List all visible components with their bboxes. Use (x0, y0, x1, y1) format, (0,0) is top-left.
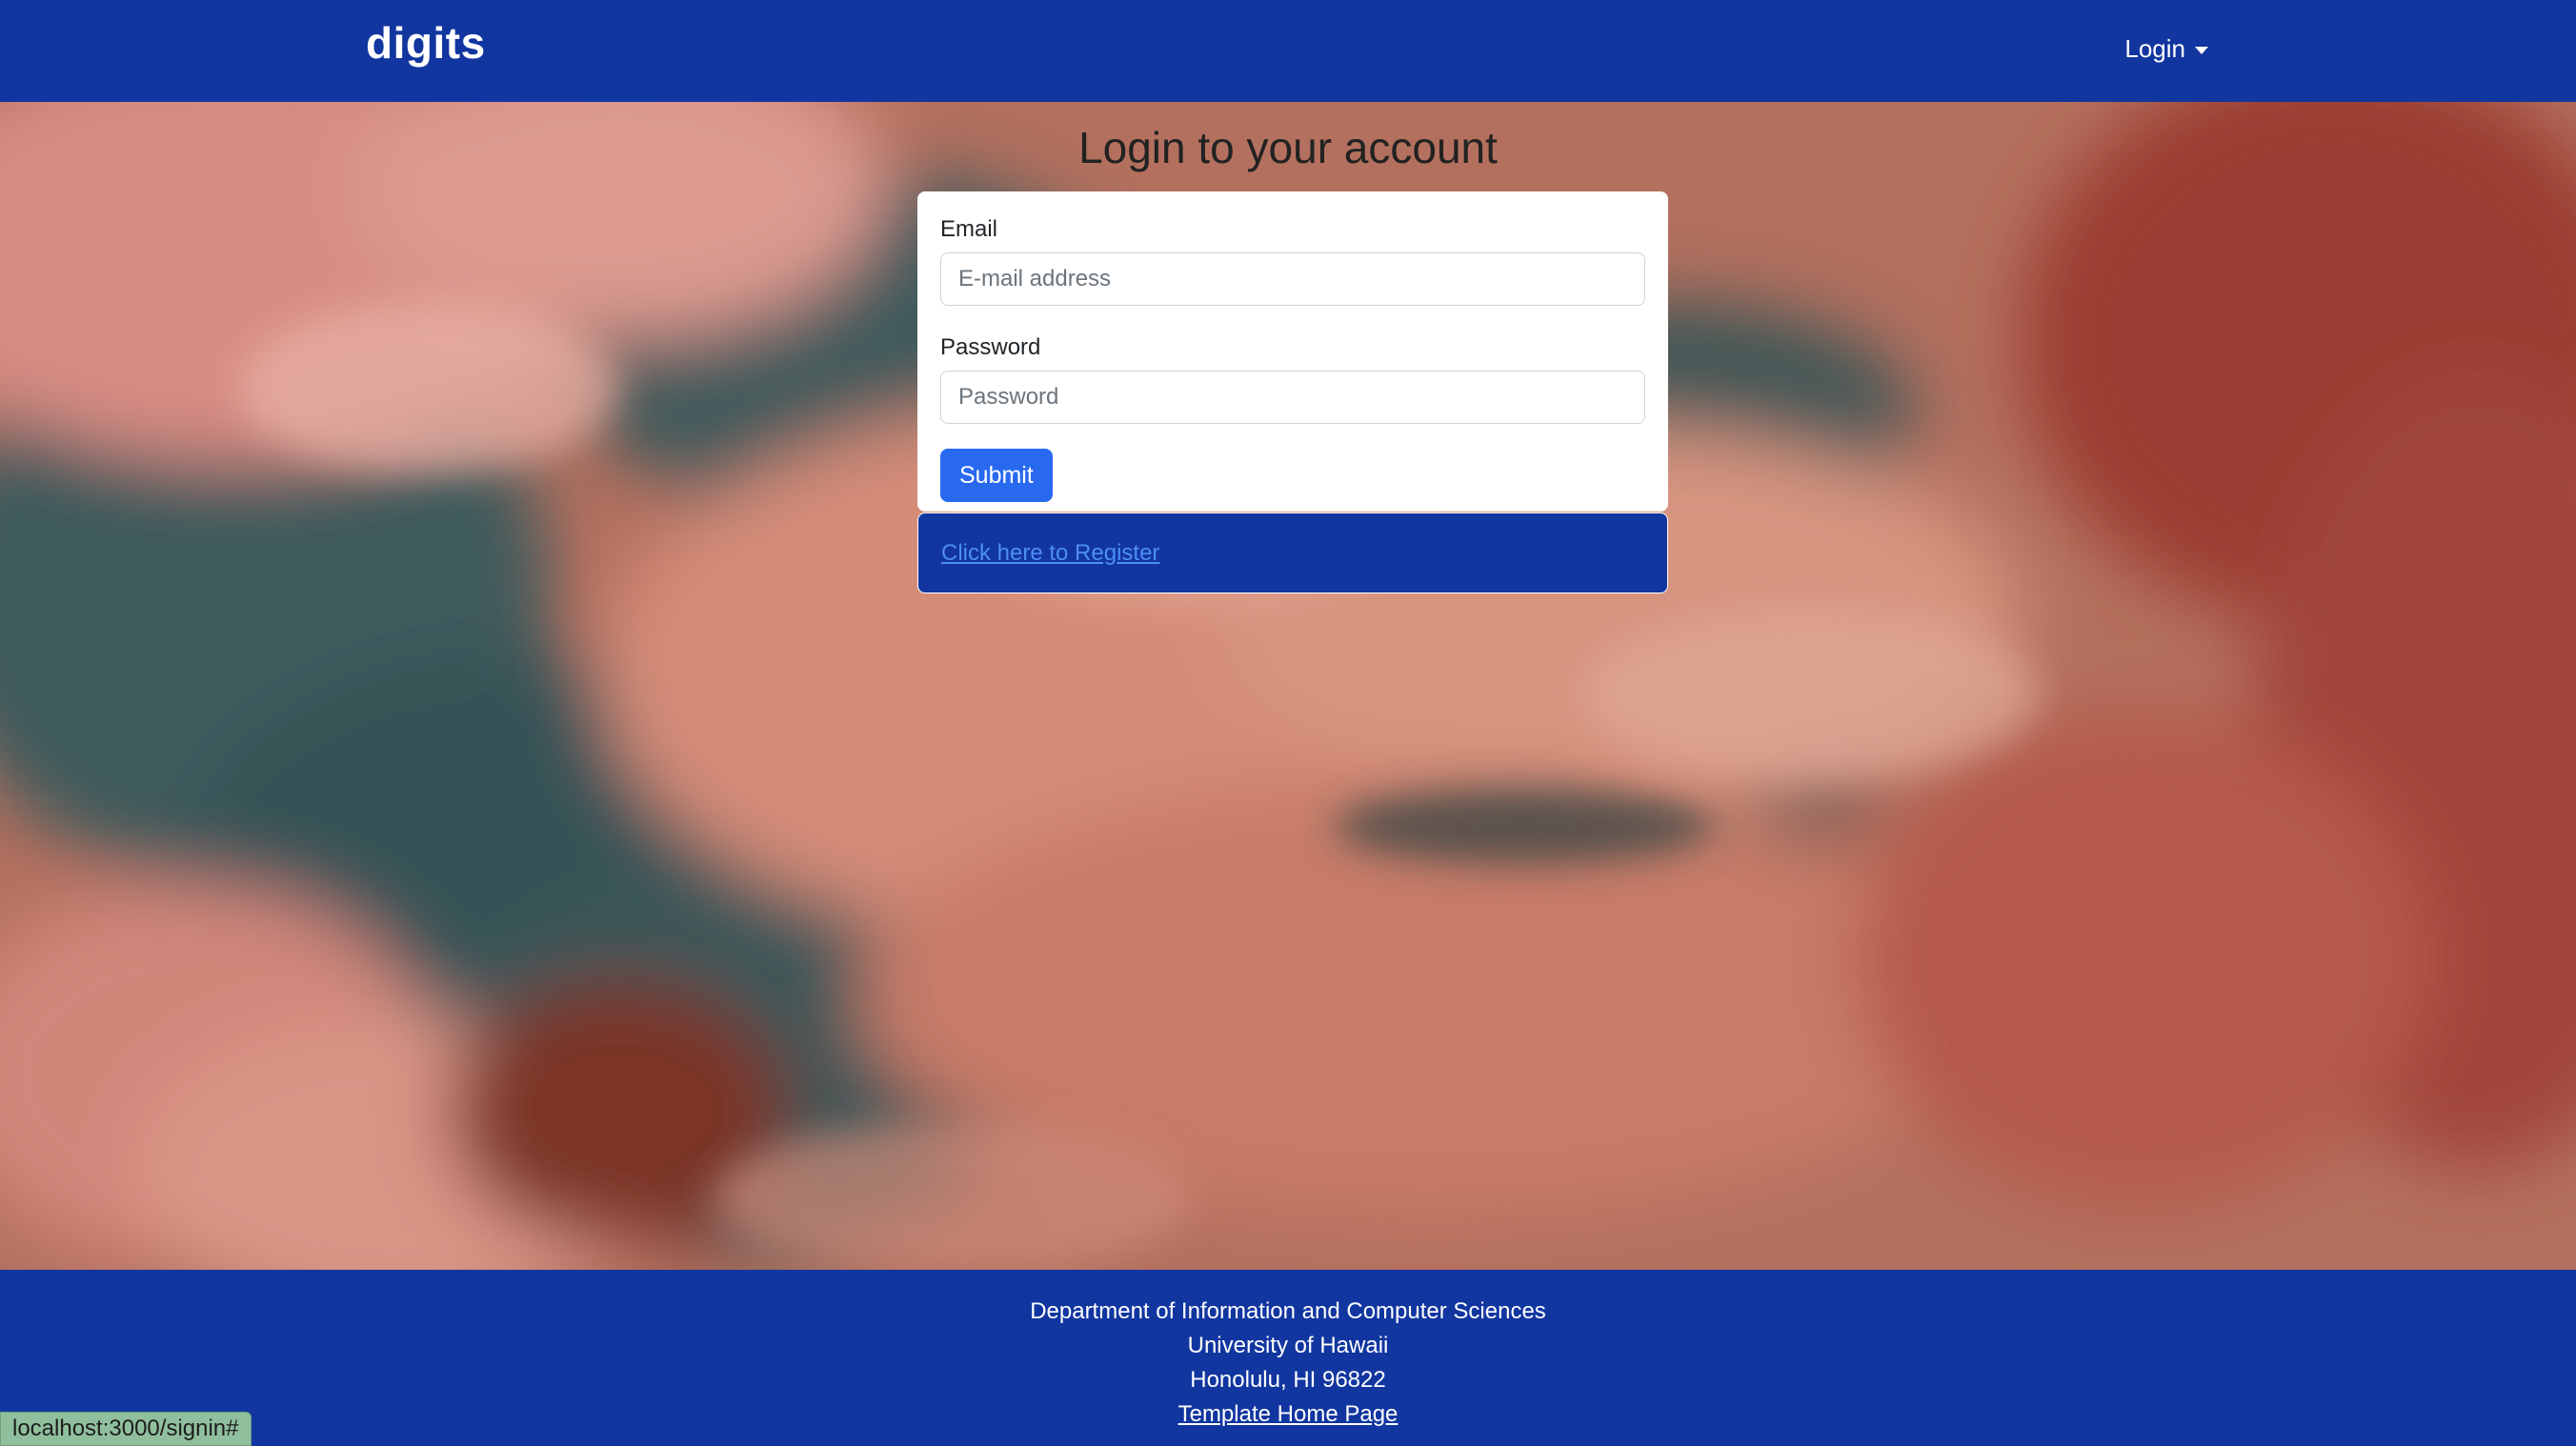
template-home-link[interactable]: Template Home Page (1178, 1401, 1399, 1427)
caret-down-icon (2195, 46, 2208, 54)
brand-link[interactable]: digits (366, 17, 486, 69)
password-field[interactable] (940, 371, 1645, 424)
email-label: Email (940, 216, 998, 242)
footer-department: Department of Information and Computer S… (1030, 1298, 1546, 1324)
footer-university: University of Hawaii (1187, 1333, 1389, 1358)
login-card: Email Password Submit (917, 191, 1668, 512)
status-bar-url: localhost:3000/signin# (0, 1412, 252, 1446)
navbar: digits Login (0, 0, 2576, 102)
email-field[interactable] (940, 252, 1645, 306)
password-label: Password (940, 334, 1041, 360)
page-title: Login to your account (1078, 123, 1498, 172)
footer: Department of Information and Computer S… (0, 1270, 2576, 1446)
submit-button[interactable]: Submit (940, 449, 1053, 502)
login-dropdown[interactable]: Login (2124, 34, 2208, 64)
login-dropdown-label: Login (2124, 34, 2185, 63)
footer-address: Honolulu, HI 96822 (1190, 1367, 1386, 1393)
register-link[interactable]: Click here to Register (941, 540, 1159, 567)
register-message: Click here to Register (917, 512, 1668, 593)
